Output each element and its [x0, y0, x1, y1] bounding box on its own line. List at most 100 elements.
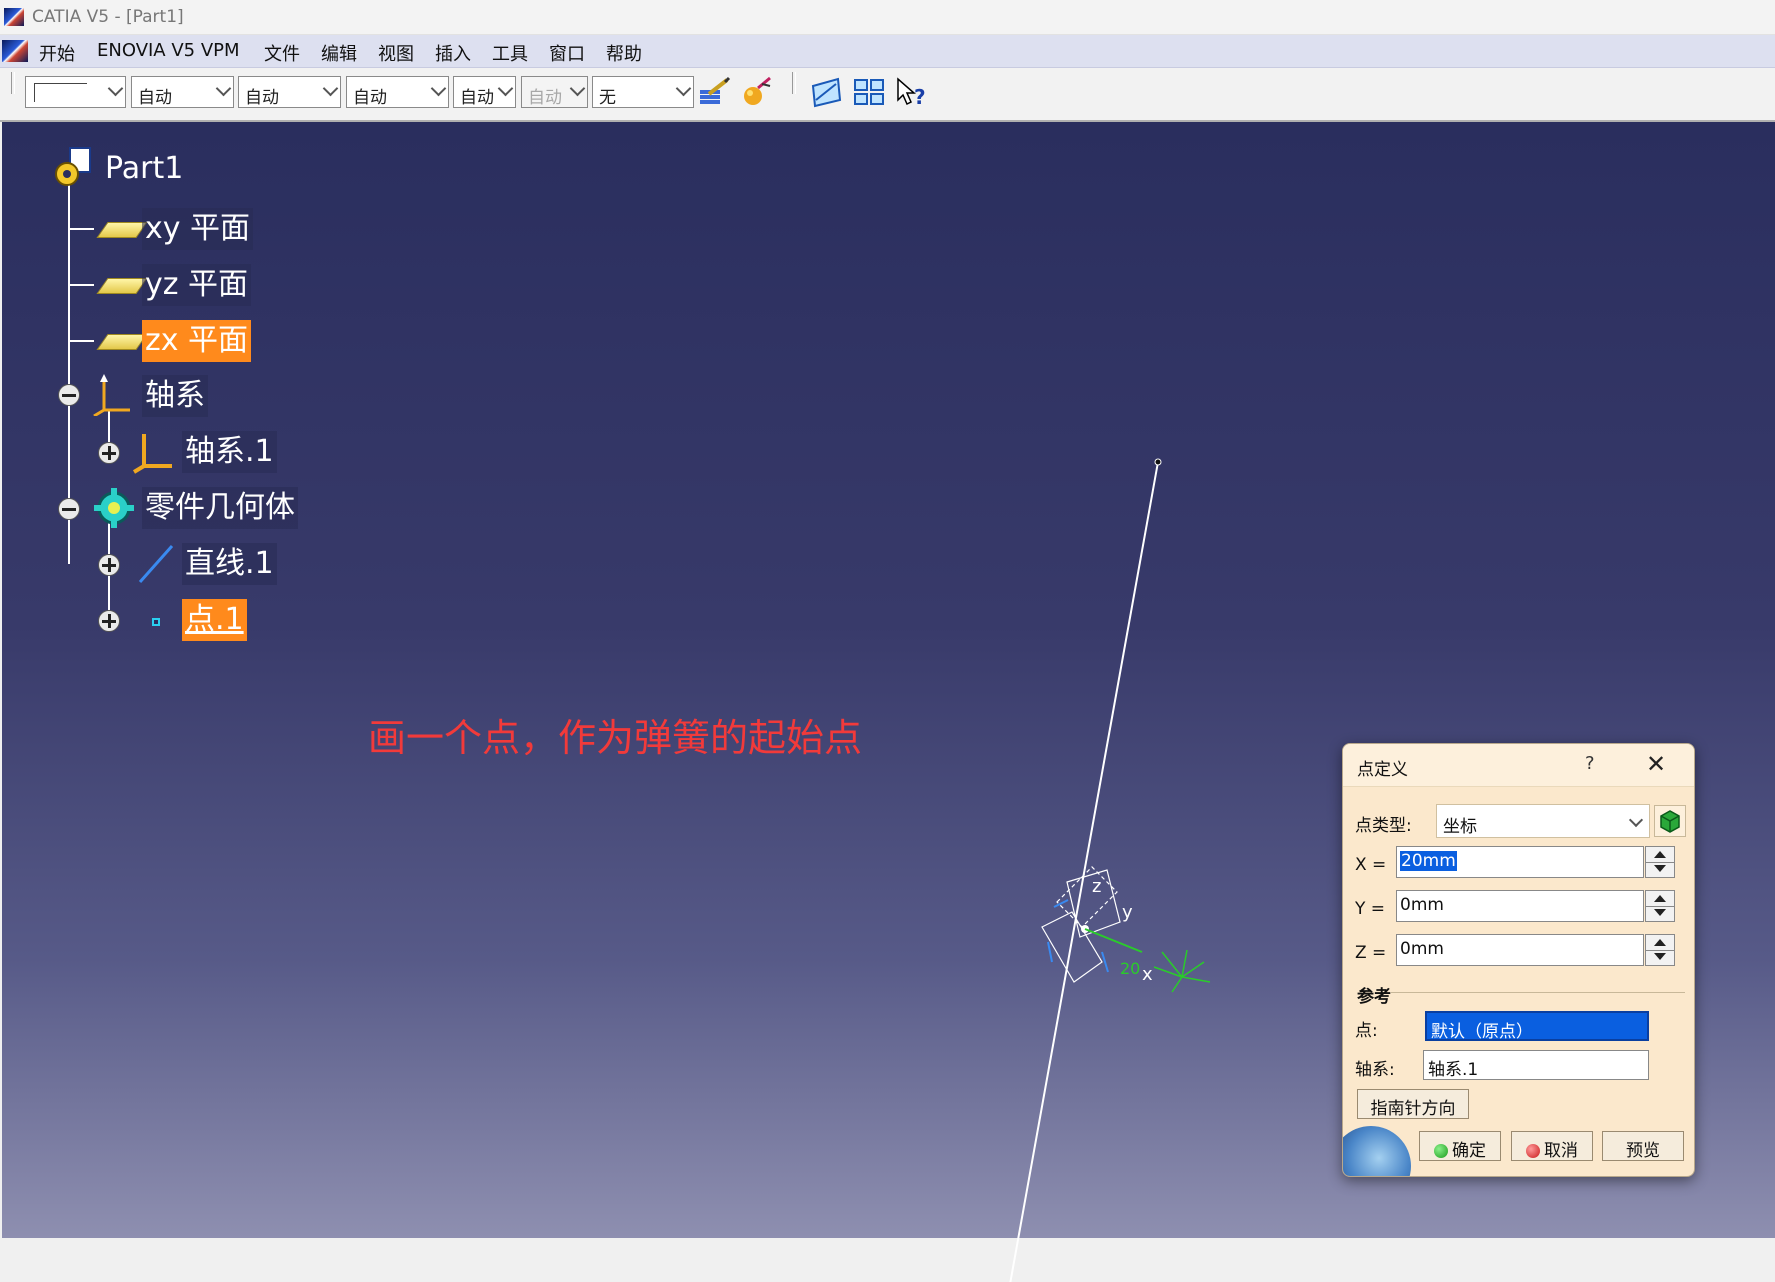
- menu-edit[interactable]: 编辑: [316, 39, 362, 67]
- painter-icon[interactable]: [697, 76, 731, 108]
- globe-decoration-icon: [1343, 1126, 1411, 1176]
- chevron-down-icon: [1628, 812, 1644, 828]
- menu-window[interactable]: 窗口: [544, 39, 590, 67]
- svg-text:?: ?: [914, 85, 926, 108]
- point-type-label: 点类型:: [1355, 816, 1412, 836]
- menu-insert[interactable]: 插入: [430, 39, 476, 67]
- dimension-20-label: 20: [1120, 959, 1140, 978]
- axis-system-field[interactable]: 轴系.1: [1423, 1050, 1649, 1080]
- fly-mode-icon[interactable]: [810, 76, 844, 108]
- tree-branch-line: [68, 340, 94, 342]
- spin-down-icon[interactable]: [1654, 953, 1666, 960]
- spin-up-icon[interactable]: [1654, 939, 1666, 946]
- graphic-properties-icon[interactable]: [740, 76, 774, 108]
- green-cube-icon: [1660, 810, 1680, 833]
- x-spinner[interactable]: [1645, 846, 1675, 878]
- layer-combo[interactable]: 无: [592, 76, 694, 108]
- chevron-down-icon: [497, 80, 514, 97]
- axis-system-value: 轴系.1: [1428, 1060, 1479, 1080]
- point-type-lock-button[interactable]: [1654, 805, 1686, 837]
- green-manipulator: [1153, 949, 1211, 993]
- color-combo[interactable]: [25, 76, 126, 108]
- line-icon[interactable]: [134, 542, 178, 586]
- window-title: CATIA V5 - [Part1]: [32, 7, 184, 27]
- x-label: X =: [1355, 855, 1387, 875]
- preview-button[interactable]: 预览: [1602, 1131, 1684, 1161]
- linetype-value: 自动: [353, 88, 387, 108]
- part-body-gear-icon[interactable]: [92, 486, 136, 530]
- reference-divider: [1391, 992, 1685, 993]
- help-icon[interactable]: ?: [1585, 753, 1595, 774]
- toolbar-separator: [792, 72, 796, 94]
- toolbar-grip[interactable]: [11, 72, 15, 94]
- line-thickness-value: 自动: [245, 88, 279, 108]
- collapse-icon[interactable]: [58, 498, 80, 520]
- annotation-text: 画一个点，作为弹簧的起始点: [368, 716, 863, 760]
- collapse-icon[interactable]: [58, 384, 80, 406]
- reference-point-field[interactable]: 默认（原点）: [1425, 1011, 1649, 1042]
- plane-icon: [96, 334, 148, 350]
- menu-enovia[interactable]: ENOVIA V5 VPM: [92, 39, 245, 62]
- menu-view[interactable]: 视图: [373, 39, 419, 67]
- point-symbol-combo[interactable]: 自动: [453, 76, 516, 108]
- plane-icon: [96, 222, 148, 238]
- x-coordinate-input[interactable]: 20mm: [1396, 846, 1644, 878]
- green-dot-icon: [1434, 1144, 1448, 1158]
- linetype-combo[interactable]: 自动: [346, 76, 449, 108]
- tree-item-axis-system-1[interactable]: 轴系.1: [182, 431, 277, 473]
- z-value: 0mm: [1400, 939, 1444, 959]
- close-icon[interactable]: ✕: [1646, 750, 1666, 778]
- point-icon[interactable]: [142, 608, 168, 634]
- tree-item-point-1[interactable]: 点.1: [182, 599, 247, 641]
- spin-up-icon[interactable]: [1654, 895, 1666, 902]
- axis-system-icon[interactable]: [92, 372, 136, 416]
- catia-menu-logo-icon[interactable]: [2, 40, 28, 62]
- tree-item-line-1[interactable]: 直线.1: [182, 543, 277, 585]
- x-value: 20mm: [1400, 851, 1457, 871]
- whats-this-help-icon[interactable]: ?: [894, 76, 928, 108]
- tree-item-part1[interactable]: Part1: [102, 148, 186, 190]
- rendering-style-value: 自动: [528, 88, 562, 108]
- compass-location-button[interactable]: 指南针方向: [1357, 1089, 1469, 1119]
- spin-up-icon[interactable]: [1654, 851, 1666, 858]
- expand-icon[interactable]: [98, 554, 120, 576]
- geometry-canvas[interactable]: z y 20 x: [982, 322, 1242, 1282]
- reference-point-label: 点:: [1355, 1021, 1378, 1041]
- tree-item-zx-plane[interactable]: zx 平面: [142, 320, 252, 362]
- menu-help[interactable]: 帮助: [601, 39, 647, 67]
- point-type-select[interactable]: 坐标: [1436, 804, 1650, 838]
- tree-item-yz-plane[interactable]: yz 平面: [142, 264, 252, 306]
- chevron-down-icon: [675, 80, 692, 97]
- cancel-button[interactable]: 取消: [1511, 1131, 1593, 1161]
- line-endpoint-top: [1154, 458, 1162, 466]
- axis-system-icon[interactable]: [132, 430, 176, 474]
- dialog-title-bar[interactable]: 点定义 ? ✕: [1343, 744, 1694, 787]
- multi-view-icon[interactable]: [852, 76, 886, 108]
- tree-item-axis-systems[interactable]: 轴系: [142, 375, 208, 417]
- chevron-down-icon: [569, 80, 586, 97]
- expand-icon[interactable]: [98, 442, 120, 464]
- ok-button-label: 确定: [1452, 1141, 1486, 1161]
- ok-button[interactable]: 确定: [1419, 1131, 1501, 1161]
- reference-point-value: 默认（原点）: [1431, 1022, 1533, 1042]
- menu-file[interactable]: 文件: [259, 39, 305, 67]
- tree-item-xy-plane[interactable]: xy 平面: [142, 208, 254, 250]
- rendering-style-combo: 自动: [521, 76, 588, 108]
- spin-down-icon[interactable]: [1654, 909, 1666, 916]
- expand-icon[interactable]: [98, 610, 120, 632]
- reference-group-label: 参考: [1357, 987, 1391, 1007]
- point-definition-dialog: 点定义 ? ✕ 点类型: 坐标 X = 20mm Y = 0mm Z = 0mm…: [1342, 743, 1695, 1177]
- y-spinner[interactable]: [1645, 890, 1675, 922]
- spin-down-icon[interactable]: [1654, 865, 1666, 872]
- tree-item-part-body[interactable]: 零件几何体: [142, 487, 298, 529]
- y-coordinate-input[interactable]: 0mm: [1396, 890, 1644, 922]
- chevron-down-icon: [430, 80, 447, 97]
- menu-start[interactable]: 开始: [34, 39, 80, 67]
- graphic-properties-toolbar: 自动 自动 自动 自动 自动 无 ?: [0, 68, 1775, 122]
- transparency-combo[interactable]: 自动: [131, 76, 234, 108]
- part-gear-icon[interactable]: [50, 146, 94, 190]
- z-spinner[interactable]: [1645, 934, 1675, 966]
- z-coordinate-input[interactable]: 0mm: [1396, 934, 1644, 966]
- line-thickness-combo[interactable]: 自动: [238, 76, 341, 108]
- menu-tools[interactable]: 工具: [487, 39, 533, 67]
